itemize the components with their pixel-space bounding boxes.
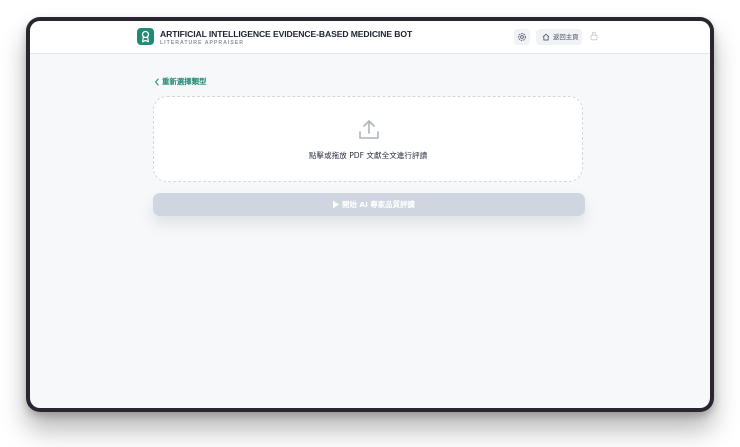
device-frame: ARTIFICIAL INTELLIGENCE EVIDENCE-BASED M… bbox=[26, 17, 714, 412]
back-link-label: 重新選擇類型 bbox=[162, 77, 207, 86]
home-button[interactable]: 返回主頁 bbox=[536, 29, 582, 45]
upload-icon bbox=[359, 120, 379, 139]
play-icon bbox=[333, 200, 339, 209]
lock-icon[interactable] bbox=[590, 31, 598, 41]
app-screen: ARTIFICIAL INTELLIGENCE EVIDENCE-BASED M… bbox=[30, 21, 710, 408]
dropzone-label: 點擊或拖放 PDF 文獻全文進行評讀 bbox=[308, 151, 428, 160]
pdf-upload-dropzone[interactable]: 點擊或拖放 PDF 文獻全文進行評讀 bbox=[153, 96, 583, 182]
app-title: ARTIFICIAL INTELLIGENCE EVIDENCE-BASED M… bbox=[160, 29, 413, 39]
app-logo[interactable] bbox=[137, 28, 154, 45]
award-icon bbox=[141, 30, 150, 43]
gear-icon bbox=[518, 33, 526, 41]
app-subtitle: LITERATURE APPRAISER bbox=[160, 40, 244, 46]
settings-button[interactable] bbox=[514, 29, 530, 45]
start-appraisal-label: 開始 AI 專家品質評讀 bbox=[342, 200, 415, 209]
home-button-label: 返回主頁 bbox=[553, 33, 579, 41]
home-icon bbox=[542, 33, 550, 41]
chevron-left-icon bbox=[155, 78, 159, 86]
top-navbar: ARTIFICIAL INTELLIGENCE EVIDENCE-BASED M… bbox=[30, 21, 710, 54]
start-appraisal-button[interactable]: 開始 AI 專家品質評讀 bbox=[153, 193, 585, 216]
